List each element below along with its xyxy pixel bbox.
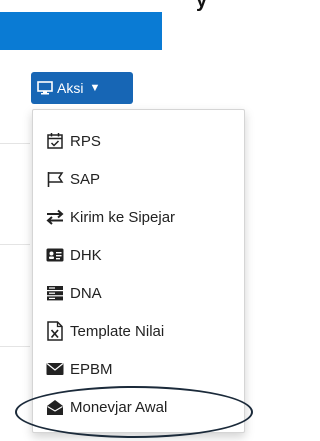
menu-item-template-nilai[interactable]: Template Nilai <box>45 319 164 343</box>
aksi-dropdown-button[interactable]: Aksi ▼ <box>31 72 133 104</box>
menu-item-dhk[interactable]: DHK <box>45 243 102 267</box>
menu-item-rps[interactable]: RPS <box>45 129 101 153</box>
header-banner <box>0 12 162 50</box>
divider <box>0 244 30 245</box>
envelope-icon <box>45 359 65 379</box>
menu-item-kirim-ke-sipejar[interactable]: Kirim ke Sipejar <box>45 205 175 229</box>
divider <box>0 143 30 144</box>
menu-item-label: DHK <box>70 246 102 264</box>
aksi-button-label: Aksi <box>57 80 84 96</box>
divider <box>0 346 30 347</box>
envelope-open-icon <box>45 397 65 417</box>
excel-file-icon <box>45 321 65 341</box>
flag-icon <box>45 169 65 189</box>
menu-item-label: Kirim ke Sipejar <box>70 208 176 226</box>
menu-item-monevjar-awal[interactable]: Monevjar Awal <box>45 395 167 419</box>
id-card-icon <box>45 245 65 265</box>
menu-item-label: RPS <box>70 132 101 150</box>
aksi-dropdown-menu: RPS SAP Kirim ke Sipejar DHK DNA Templat… <box>32 109 245 433</box>
menu-item-label: Monevjar Awal <box>70 398 168 416</box>
header-partial-text: y <box>196 0 208 12</box>
calendar-check-icon <box>45 131 65 151</box>
menu-item-epbm[interactable]: EPBM <box>45 357 113 381</box>
menu-item-label: Template Nilai <box>70 322 165 340</box>
caret-down-icon: ▼ <box>89 82 101 94</box>
server-icon <box>45 283 65 303</box>
menu-item-sap[interactable]: SAP <box>45 167 100 191</box>
monitor-icon <box>37 81 53 95</box>
menu-item-label: EPBM <box>70 360 113 378</box>
menu-item-label: DNA <box>70 284 102 302</box>
menu-item-label: SAP <box>70 170 101 188</box>
menu-item-dna[interactable]: DNA <box>45 281 102 305</box>
exchange-icon <box>45 207 65 227</box>
